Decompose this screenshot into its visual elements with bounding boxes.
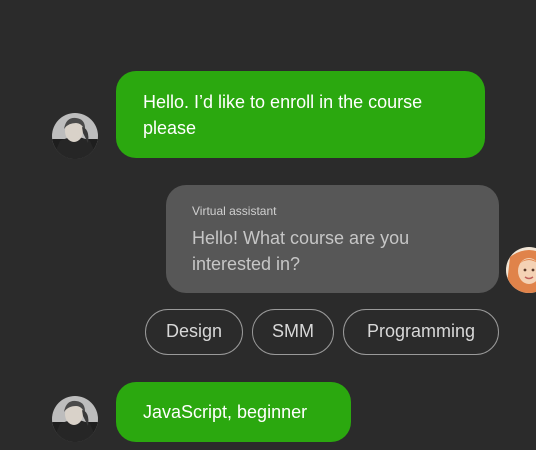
user-message-bubble: JavaScript, beginner [116,382,351,442]
quick-reply-smm[interactable]: SMM [252,309,334,355]
user-message-text: Hello. I’d like to enroll in the course … [143,92,423,138]
user-avatar-icon [52,396,98,442]
chat-thread: Hello. I’d like to enroll in the course … [0,0,536,450]
user-avatar [52,396,98,442]
quick-reply-programming[interactable]: Programming [343,309,499,355]
user-avatar-icon [52,113,98,159]
assistant-message-bubble: Virtual assistant Hello! What course are… [166,185,499,293]
assistant-message-text: Hello! What course are you interested in… [192,228,410,274]
assistant-sender-name: Virtual assistant [192,204,277,218]
user-message-text: JavaScript, beginner [143,402,308,422]
assistant-avatar-icon [506,247,536,293]
user-message-bubble: Hello. I’d like to enroll in the course … [116,71,485,158]
assistant-avatar [506,247,536,293]
quick-reply-design[interactable]: Design [145,309,243,355]
user-avatar [52,113,98,159]
